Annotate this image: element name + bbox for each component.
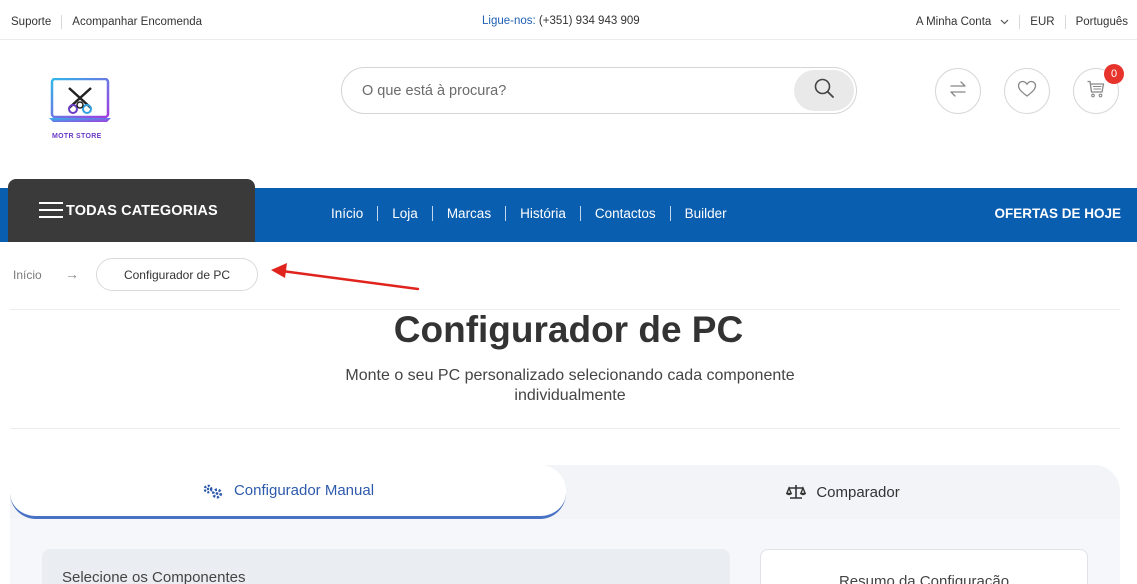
breadcrumb-arrow-icon: → xyxy=(65,266,79,282)
nav-item-inicio[interactable]: Início xyxy=(331,206,363,221)
annotation-arrow-icon xyxy=(271,263,420,291)
cart-count-badge: 0 xyxy=(1104,64,1124,84)
my-account-dropdown[interactable]: A Minha Conta xyxy=(916,16,991,28)
logo-text: MOTR STORE xyxy=(52,133,102,140)
cart-icon xyxy=(1086,79,1106,104)
search-input[interactable] xyxy=(362,80,782,102)
divider xyxy=(377,206,379,221)
nav-item-historia[interactable]: História xyxy=(520,206,566,221)
support-link[interactable]: Suporte xyxy=(11,16,51,28)
divider xyxy=(1064,15,1066,29)
all-categories-label: TODAS CATEGORIAS xyxy=(66,203,218,219)
todays-offers-link[interactable]: OFERTAS DE HOJE xyxy=(994,206,1121,221)
tab-manual-label: Configurador Manual xyxy=(233,482,375,499)
track-order-link[interactable]: Acompanhar Encomenda xyxy=(72,16,202,28)
top-bar-right: A Minha Conta EUR Português xyxy=(916,15,1128,29)
divider xyxy=(669,206,671,221)
divider xyxy=(505,206,507,221)
breadcrumb-home-link[interactable]: Início xyxy=(13,268,42,282)
contact-phone[interactable]: Ligue-nos: (+351) 934 943 909 xyxy=(482,15,640,27)
divider xyxy=(61,15,63,29)
language-selector[interactable]: Português xyxy=(1076,16,1128,28)
currency-selector[interactable]: EUR xyxy=(1030,16,1054,28)
gears-icon xyxy=(202,483,224,499)
balance-scale-icon xyxy=(786,484,807,500)
phone-number[interactable]: (+351) 934 943 909 xyxy=(539,15,640,27)
main-menu: Início Loja Marcas História Contactos Bu… xyxy=(331,206,727,221)
compare-button[interactable] xyxy=(935,68,981,114)
summary-section-title: Resumo da Configuração xyxy=(838,573,1010,584)
wishlist-button[interactable] xyxy=(1004,68,1050,114)
search-bar xyxy=(341,67,857,114)
call-label: Ligue-nos: xyxy=(482,15,536,27)
divider xyxy=(10,428,1120,429)
tab-configurador-manual[interactable]: Configurador Manual xyxy=(10,465,566,519)
nav-item-contactos[interactable]: Contactos xyxy=(595,206,656,221)
tab-compare-label: Comparador xyxy=(816,483,900,501)
divider xyxy=(579,206,581,221)
divider xyxy=(1019,15,1021,29)
hamburger-menu-icon xyxy=(39,202,63,223)
store-logo[interactable]: MOTR STORE xyxy=(47,77,113,144)
heart-icon xyxy=(1017,80,1037,103)
search-icon xyxy=(813,77,835,104)
search-button[interactable] xyxy=(794,70,854,111)
divider xyxy=(431,206,433,221)
top-bar: Suporte Acompanhar Encomenda Ligue-nos: … xyxy=(0,0,1137,40)
compare-arrows-icon xyxy=(948,80,968,103)
tab-comparador[interactable]: Comparador xyxy=(566,465,1120,519)
nav-item-marcas[interactable]: Marcas xyxy=(447,206,491,221)
breadcrumb-current: Configurador de PC xyxy=(96,258,258,291)
nav-item-builder[interactable]: Builder xyxy=(685,206,727,221)
page-title: Configurador de PC xyxy=(393,309,744,350)
components-section-title: Selecione os Componentes xyxy=(62,569,246,584)
top-bar-left: Suporte Acompanhar Encomenda xyxy=(11,15,202,29)
chevron-down-icon[interactable] xyxy=(1000,17,1009,27)
nav-item-loja[interactable]: Loja xyxy=(392,206,418,221)
all-categories-button[interactable]: TODAS CATEGORIAS xyxy=(8,179,255,242)
page-subtitle: Monte o seu PC personalizado selecionand… xyxy=(345,367,795,404)
